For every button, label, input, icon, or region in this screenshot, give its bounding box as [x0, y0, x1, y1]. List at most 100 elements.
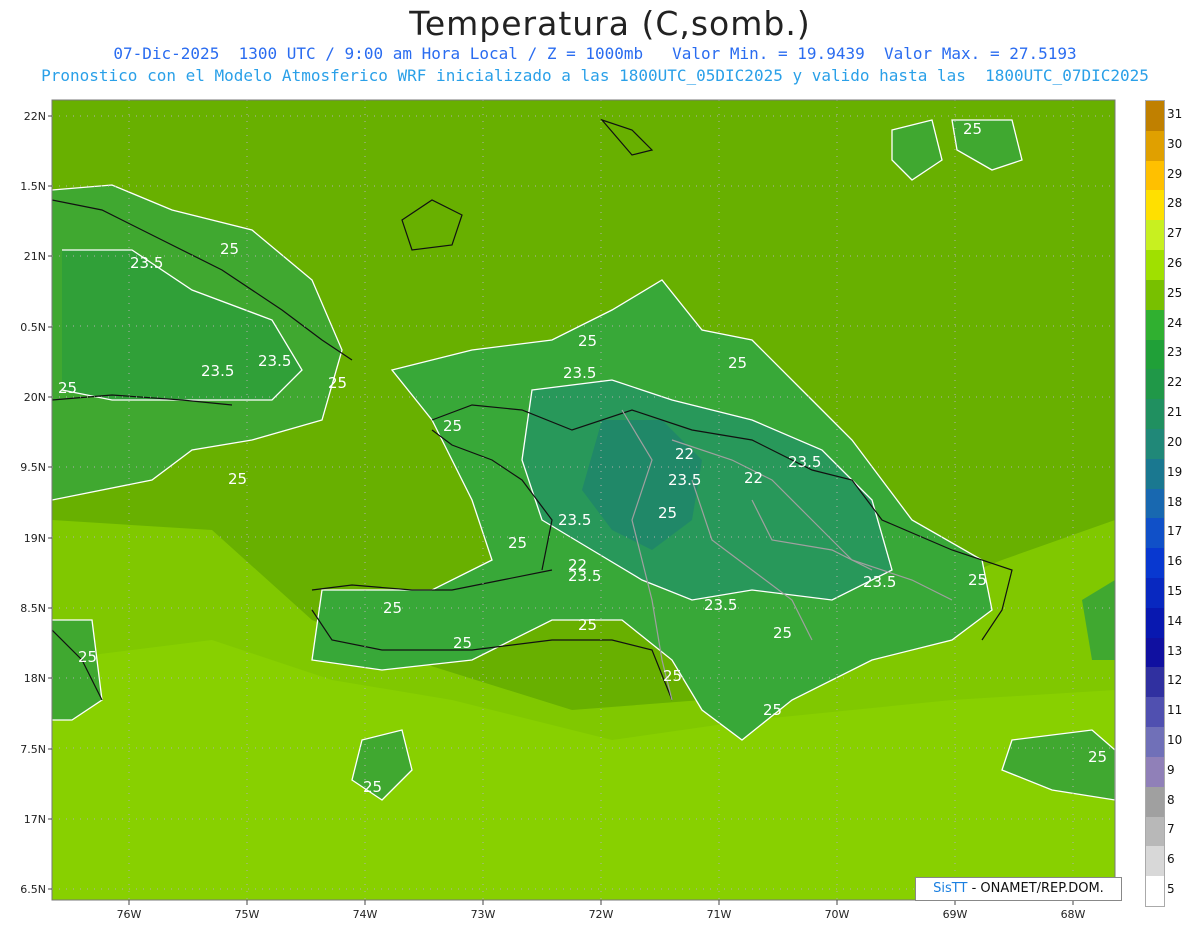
contour-label: 25 [78, 648, 97, 666]
longitude-label: 69W [943, 908, 968, 921]
latitude-label: 18N [24, 672, 46, 685]
colorbar-label: 7 [1167, 822, 1175, 837]
colorbar-segment [1146, 428, 1164, 460]
latitude-label: 0.5N [20, 321, 46, 334]
colorbar-segment [1146, 816, 1164, 847]
colorbar-segment [1146, 548, 1164, 579]
longitude-label: 72W [589, 908, 614, 921]
colorbar-segment [1146, 637, 1164, 668]
longitude-label: 71W [707, 908, 732, 921]
latitude-label: 19N [24, 532, 46, 545]
colorbar-segment [1146, 876, 1164, 907]
longitude-label: 76W [117, 908, 142, 921]
contour-label: 23.5 [704, 596, 737, 614]
contour-label: 25 [228, 470, 247, 488]
contour-label: 25 [443, 417, 462, 435]
latitude-label: 22N [24, 110, 46, 123]
credit-brand: SisTT [933, 881, 968, 896]
chart-title: Temperatura (C,somb.) [409, 4, 811, 43]
colorbar-label: 13 [1167, 643, 1183, 658]
contour-label: 25 [578, 616, 597, 634]
contour-label: 25 [763, 701, 782, 719]
contour-label: 23.5 [558, 511, 591, 529]
contour-label: 25 [508, 534, 527, 552]
colorbar-segment [1146, 130, 1164, 162]
contour-label: 25 [663, 667, 682, 685]
subtitle-forecast-time: 07-Dic-2025 1300 UTC / 9:00 am Hora Loca… [113, 44, 1077, 63]
latitude-labels: 22N 1.5N 21N 0.5N 20N 9.5N 19N 8.5N 18N 7.5N 17N 6.… [20, 110, 52, 896]
colorbar-label: 15 [1167, 583, 1183, 598]
colorbar-label: 31 [1167, 106, 1183, 121]
longitude-label: 70W [825, 908, 850, 921]
colorbar-segment [1146, 727, 1164, 758]
contour-label: 23.5 [788, 453, 821, 471]
colorbar-segment [1146, 399, 1164, 430]
colorbar-label: 10 [1167, 733, 1183, 748]
credit-text: - ONAMET/REP.DOM. [967, 881, 1104, 896]
colorbar-label: 22 [1167, 375, 1183, 390]
colorbar-label: 8 [1167, 792, 1175, 807]
colorbar-label: 30 [1167, 136, 1183, 151]
contour-label: 25 [220, 240, 239, 258]
contour-label: 25 [363, 778, 382, 796]
contour-label: 23.5 [201, 362, 234, 380]
colorbar-label: 20 [1167, 434, 1183, 449]
contour-label: 25 [453, 634, 472, 652]
credit-box: SisTT - ONAMET/REP.DOM. [915, 877, 1122, 901]
colorbar-label: 12 [1167, 673, 1183, 688]
colorbar-label: 5 [1167, 882, 1175, 897]
latitude-label: 6.5N [20, 883, 46, 896]
contour-label: 23.5 [130, 254, 163, 272]
contour-label: 25 [578, 332, 597, 350]
contour-label: 25 [328, 374, 347, 392]
colorbar-segment [1146, 339, 1164, 370]
latitude-label: 7.5N [20, 743, 46, 756]
contour-label: 22 [744, 469, 763, 487]
latitude-label: 8.5N [20, 602, 46, 615]
contour-label: 25 [658, 504, 677, 522]
contour-label: 25 [58, 379, 77, 397]
colorbar-label: 27 [1167, 226, 1183, 241]
colorbar-segment [1146, 190, 1164, 221]
colorbar-label: 21 [1167, 405, 1183, 420]
colorbar-segment [1146, 756, 1164, 788]
colorbar-segment [1146, 488, 1164, 519]
colorbar-segment [1146, 160, 1164, 191]
colorbar-label: 17 [1167, 524, 1183, 539]
colorbar-label: 16 [1167, 554, 1183, 569]
colorbar-segment [1146, 101, 1164, 132]
latitude-label: 17N [24, 813, 46, 826]
colorbar-segment [1146, 786, 1164, 818]
colorbar-label: 24 [1167, 315, 1183, 330]
colorbar-segment [1146, 518, 1164, 549]
latitude-label: 21N [24, 250, 46, 263]
contour-label: 25 [728, 354, 747, 372]
colorbar-segment [1146, 220, 1164, 251]
colorbar-segment [1146, 250, 1164, 281]
contour-label: 25 [383, 599, 402, 617]
colorbar-segment [1146, 667, 1164, 698]
contour-label: 23.5 [863, 573, 896, 591]
subtitle-model-info: Pronostico con el Modelo Atmosferico WRF… [41, 66, 1149, 85]
colorbar-segment [1146, 607, 1164, 639]
colorbar-segment [1146, 279, 1164, 311]
longitude-label: 74W [353, 908, 378, 921]
colorbar-label: 9 [1167, 762, 1175, 777]
latitude-label: 9.5N [20, 461, 46, 474]
contour-label: 25 [1088, 748, 1107, 766]
colorbar-label: 11 [1167, 703, 1183, 718]
contour-label: 25 [968, 571, 987, 589]
colorbar-label: 18 [1167, 494, 1183, 509]
contour-label: 22 [675, 445, 694, 463]
latitude-label: 1.5N [20, 180, 46, 193]
contour-label: 23.5 [668, 471, 701, 489]
contour-label: 25 [963, 120, 982, 138]
longitude-label: 68W [1061, 908, 1086, 921]
colorbar-label: 29 [1167, 166, 1183, 181]
colorbar-segment [1146, 578, 1164, 609]
longitude-labels: 76W 75W 74W 73W 72W 71W 70W 69W 68W [117, 900, 1086, 921]
colorbar-segment [1146, 846, 1164, 877]
colorbar-label: 28 [1167, 196, 1183, 211]
temperature-map[interactable]: 25 25 23.5 23.5 23.5 25 25 25 25 23.5 25 25 22 23.5 23… [52, 100, 1115, 900]
contour-label: 23.5 [563, 364, 596, 382]
